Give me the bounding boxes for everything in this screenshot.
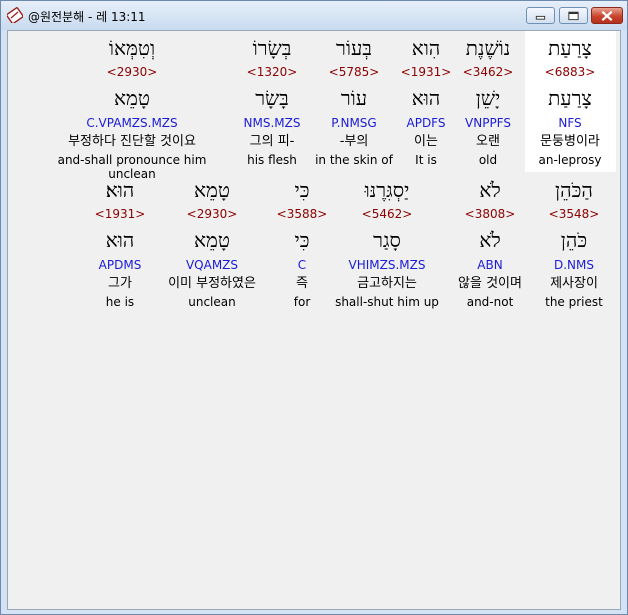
bible-app-icon	[7, 7, 23, 23]
minimize-button[interactable]	[526, 7, 555, 24]
korean-gloss: 부정하다 진단할 것이요	[68, 134, 196, 149]
korean-gloss: 그가	[108, 276, 132, 291]
close-button[interactable]	[591, 7, 623, 24]
window-title: @원전분해 - 레 13:11	[28, 10, 146, 24]
strong-number[interactable]: <2930>	[37, 65, 227, 79]
minimize-icon	[535, 15, 546, 20]
maximize-button[interactable]	[559, 7, 588, 24]
english-gloss: he is	[105, 295, 135, 309]
morphology-code: C.VPAMZS.MZS	[86, 116, 178, 130]
lemma-text: הוּא	[105, 228, 135, 252]
lemma-text: טָמֵא	[114, 86, 150, 110]
strong-number[interactable]: <1931>	[50, 207, 190, 221]
morphology-code: APDMS	[98, 258, 142, 272]
hebrew-text: וְטִמְּאוֹ	[108, 36, 156, 60]
title-bar[interactable]: @원전분해 - 레 13:11	[1, 1, 627, 30]
hebrew-text: הוּא׃	[105, 178, 135, 202]
maximize-icon	[568, 11, 579, 21]
interlinear-view: צָרַעַת <6883> צָרַעַת NFS 문둥병이라 an-lepr…	[7, 30, 621, 610]
close-icon	[601, 10, 613, 22]
app-window: @원전분해 - 레 13:11 צָרַעַת <6883> צָרַעַת N…	[0, 0, 628, 615]
